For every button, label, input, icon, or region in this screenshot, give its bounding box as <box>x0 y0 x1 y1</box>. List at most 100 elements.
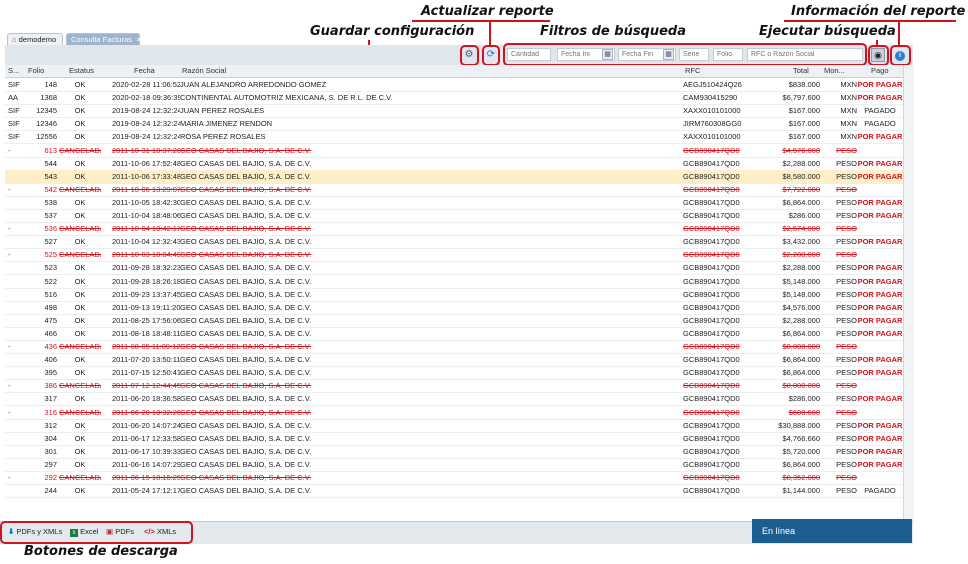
table-row[interactable]: 317 OK 2011-06-20 18:36:58 GEO CASAS DEL BA… <box>5 392 903 407</box>
download-excel-label: Excel <box>80 527 99 536</box>
cell-moneda: MXN <box>840 80 857 89</box>
col-header-rfc[interactable]: RFC <box>685 65 700 77</box>
table-row[interactable]: 527 OK 2011-10-04 12:32:43 GEO CASAS DEL BA… <box>5 235 903 250</box>
cell-folio: 12345 <box>36 106 57 116</box>
download-pdfs-button[interactable]: ▣ PDFs <box>106 527 134 537</box>
table-row[interactable]: AA 1368 OK 2020-02-18 09:36:39 CONTINENTAL A… <box>5 91 903 106</box>
cell-estatus: OK <box>74 119 86 129</box>
cell-estatus: CANCELADA <box>59 381 101 391</box>
col-header-moneda[interactable]: Mon... <box>824 65 845 77</box>
cell-moneda: MXN <box>840 132 857 142</box>
table-row[interactable]: 543 OK 2011-10-06 17:33:48 GEO CASAS DEL BA… <box>5 169 903 184</box>
table-row[interactable]: - 436 CANCELADA 2011-08-05 11:09:12 GEO CASA… <box>5 340 903 354</box>
table-row[interactable]: SIF 12556 OK 2019-08-24 12:32:24 ROSA PEREZ … <box>5 130 903 145</box>
cell-estatus: OK <box>74 263 86 273</box>
cell-moneda: PESO <box>836 420 857 430</box>
highlight-ejecutar <box>868 45 889 66</box>
cell-pago: POR PAGAR <box>857 80 903 89</box>
callout-botones-descarga: Botones de descarga <box>24 544 178 559</box>
cell-fecha: 2011-06-20 18:36:58 <box>112 394 180 404</box>
cell-moneda: PESO <box>836 394 857 404</box>
cell-moneda: PESO <box>836 211 857 220</box>
cell-fecha: 2011-07-15 12:50:41 <box>112 368 180 378</box>
cell-moneda: PESO <box>836 145 857 155</box>
col-header-folio[interactable]: Folio <box>28 65 44 77</box>
table-row[interactable]: 516 OK 2011-09-23 13:37:45 GEO CASAS DEL BA… <box>5 288 903 302</box>
cell-total: $6,864.000 <box>782 368 820 378</box>
table-row[interactable]: - 542 CANCELADA 2011-10-06 13:29:07 GEO CASA… <box>5 183 903 197</box>
cell-serie: - <box>8 250 11 260</box>
table-row[interactable]: SIF 12345 OK 2019-08-24 12:32:24 JUAN PEREZ … <box>5 104 903 119</box>
table-row[interactable]: - 536 CANCELADA 2011-10-04 18:42:17 GEO CASA… <box>5 222 903 237</box>
table-row[interactable]: - 386 CANCELADA 2011-07-12 12:44:45 GEO CASA… <box>5 379 903 394</box>
callout-actualizar-reporte: Actualizar reporte <box>421 4 554 19</box>
table-row[interactable]: SIF 12346 OK 2019-08-24 12:32:24 MARIA JIMEN… <box>5 117 903 132</box>
table-row[interactable]: - 316 CANCELADA 2011-06-20 18:32:26 GEO CASA… <box>5 406 903 420</box>
download-excel-button[interactable]: x Excel <box>70 527 98 537</box>
table-row[interactable]: 297 OK 2011-06-16 14:07:29 GEO CASAS DEL BA… <box>5 458 903 472</box>
col-header-estatus[interactable]: Estatus <box>69 65 94 77</box>
cell-razon: GEO CASAS DEL BAJIO, S.A. DE C.V. <box>180 250 312 260</box>
table-row[interactable]: 537 OK 2011-10-04 18:48:06 GEO CASAS DEL BA… <box>5 209 903 223</box>
download-xmls-button[interactable]: </> XMLs <box>144 527 176 537</box>
table-row[interactable]: 544 OK 2011-10-06 17:52:48 GEO CASAS DEL BA… <box>5 157 903 171</box>
table-row[interactable]: 406 OK 2011-07-20 13:50:11 GEO CASAS DEL BA… <box>5 353 903 368</box>
close-icon[interactable]: × <box>137 35 141 44</box>
col-header-serie[interactable]: S... <box>8 65 19 77</box>
table-row[interactable]: 301 OK 2011-06-17 10:39:33 GEO CASAS DEL BA… <box>5 445 903 459</box>
table-row[interactable]: 312 OK 2011-06-20 14:07:24 GEO CASAS DEL BA… <box>5 419 903 433</box>
table-row[interactable]: SIF 148 OK 2020-02-28 11:06:52 JUAN ALEJANDR… <box>5 78 903 92</box>
cell-fecha: 2011-10-05 18:42:30 <box>112 197 180 207</box>
cell-rfc: GCB890417QD0 <box>683 250 740 260</box>
table-row[interactable]: 522 OK 2011-09-28 18:26:18 GEO CASAS DEL BA… <box>5 275 903 289</box>
col-header-fecha[interactable]: Fecha <box>134 65 155 77</box>
cell-razon: CONTINENTAL AUTOMOTRIZ MEXICANA, S. DE R… <box>180 93 393 103</box>
cell-total: $8,008.000 <box>782 381 820 391</box>
cell-estatus: OK <box>74 106 86 116</box>
cell-serie: SIF <box>8 106 20 116</box>
table-row[interactable]: 538 OK 2011-10-05 18:42:30 GEO CASAS DEL BA… <box>5 196 903 210</box>
cell-estatus: CANCELADA <box>59 342 101 351</box>
table-row[interactable]: 304 OK 2011-06-17 12:33:58 GEO CASAS DEL BA… <box>5 432 903 446</box>
cell-fecha: 2011-10-04 18:48:06 <box>112 211 180 220</box>
table-row[interactable]: 244 OK 2011-05-24 17:12:17 GEO CASAS DEL BA… <box>5 484 903 499</box>
cell-total: $3,432.000 <box>782 237 820 247</box>
status-online[interactable]: En línea <box>752 519 912 543</box>
cell-total: $4,766.660 <box>782 433 820 443</box>
cell-fecha: 2011-06-20 14:07:24 <box>112 420 180 430</box>
table-row[interactable]: - 525 CANCELADA 2011-10-03 18:04:49 GEO CASA… <box>5 248 903 263</box>
col-header-total[interactable]: Total <box>793 65 809 77</box>
table-row[interactable]: 498 OK 2011-09-13 19:11:20 GEO CASAS DEL BA… <box>5 301 903 315</box>
cell-estatus: OK <box>74 486 86 496</box>
table-row[interactable]: 466 OK 2011-08-18 18:48:11 GEO CASAS DEL BA… <box>5 327 903 341</box>
cell-folio: 301 <box>44 446 57 456</box>
cell-rfc: GCB890417QD0 <box>683 289 740 299</box>
cell-rfc: GCB890417QD0 <box>683 315 740 325</box>
grid-scrollbar[interactable] <box>903 65 914 525</box>
cell-fecha: 2019-08-24 12:32:24 <box>112 119 180 129</box>
cell-pago: PAGADO <box>864 106 896 116</box>
table-row[interactable]: - 292 CANCELADA 2011-06-15 18:16:25 GEO CASA… <box>5 471 903 485</box>
col-header-pago[interactable]: Pago <box>871 65 889 77</box>
cell-fecha: 2011-10-06 17:52:48 <box>112 158 180 168</box>
download-pdfs-xmls-button[interactable]: ⬇ PDFs y XMLs <box>8 527 62 537</box>
cell-fecha: 2011-10-04 12:32:43 <box>112 237 180 247</box>
cell-pago: POR PAGAR <box>857 459 903 469</box>
cell-pago: POR PAGAR <box>857 132 903 142</box>
table-row[interactable]: 475 OK 2011-08-25 17:56:06 GEO CASAS DEL BA… <box>5 314 903 328</box>
table-row[interactable]: 523 OK 2011-09-28 18:32:23 GEO CASAS DEL BA… <box>5 261 903 276</box>
cell-moneda: PESO <box>836 368 857 378</box>
cell-fecha: 2020-02-28 11:06:52 <box>112 80 180 89</box>
tab-consulta-facturas[interactable]: Consulta Facturas × <box>66 33 141 45</box>
tab-home[interactable]: ⌂ demodemo <box>7 33 63 45</box>
cell-serie: - <box>8 342 11 351</box>
cell-fecha: 2011-09-28 18:32:23 <box>112 263 180 273</box>
table-row[interactable]: 395 OK 2011-07-15 12:50:41 GEO CASAS DEL BA… <box>5 366 903 381</box>
cell-moneda: PESO <box>836 473 857 482</box>
col-header-razon-social[interactable]: Razón Social <box>182 65 226 77</box>
cell-fecha: 2011-09-13 19:11:20 <box>112 302 180 312</box>
cell-rfc: GCB890417QD0 <box>683 342 740 351</box>
cell-fecha: 2011-10-04 18:42:17 <box>112 224 180 234</box>
cell-total: $8,352.000 <box>782 473 820 482</box>
table-row[interactable]: - 613 CANCELADA 2011-10-31 18:37:20 GEO CASA… <box>5 144 903 158</box>
